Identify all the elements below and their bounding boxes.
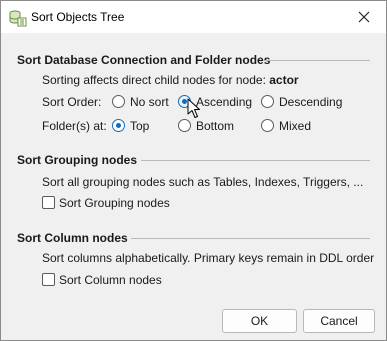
section-grouping-title: Sort Grouping nodes [17, 153, 137, 167]
sort-node-info-prefix: Sorting affects direct child nodes for n… [42, 73, 270, 87]
radio-top-label[interactable]: Top [130, 119, 149, 133]
close-button[interactable] [342, 1, 386, 33]
ok-button[interactable]: OK [222, 309, 297, 333]
folders-at-label: Folder(s) at: [42, 119, 107, 133]
radio-descending-label[interactable]: Descending [279, 95, 342, 109]
window-title: Sort Objects Tree [31, 10, 125, 24]
column-info: Sort columns alphabetically. Primary key… [42, 251, 375, 265]
close-icon [358, 11, 370, 23]
title-bar: Sort Objects Tree [1, 1, 386, 33]
section-divider [131, 238, 370, 239]
radio-mixed-label[interactable]: Mixed [279, 119, 311, 133]
radio-ascending-label[interactable]: Ascending [196, 95, 252, 109]
sort-tree-icon [9, 10, 27, 27]
radio-no-sort-label[interactable]: No sort [130, 95, 169, 109]
sort-node-name: actor [269, 73, 299, 87]
section-divider [264, 60, 370, 61]
sort-column-label[interactable]: Sort Column nodes [59, 273, 162, 287]
sort-grouping-checkbox[interactable] [42, 196, 55, 209]
mouse-cursor-icon [187, 98, 200, 118]
radio-mixed[interactable] [261, 119, 274, 132]
radio-top[interactable] [112, 119, 125, 132]
cancel-button[interactable]: Cancel [303, 309, 375, 333]
section-divider [141, 160, 370, 161]
radio-bottom[interactable] [178, 119, 191, 132]
sort-objects-tree-dialog: Sort Objects Tree Sort Database Connecti… [0, 0, 387, 341]
radio-no-sort[interactable] [112, 95, 125, 108]
radio-bottom-label[interactable]: Bottom [196, 119, 234, 133]
radio-descending[interactable] [261, 95, 274, 108]
sort-column-checkbox[interactable] [42, 273, 55, 286]
section-column-title: Sort Column nodes [17, 231, 128, 245]
sort-order-label: Sort Order: [42, 95, 102, 109]
grouping-info: Sort all grouping nodes such as Tables, … [42, 175, 364, 189]
sort-grouping-label[interactable]: Sort Grouping nodes [59, 196, 170, 210]
sort-node-info: Sorting affects direct child nodes for n… [42, 73, 299, 87]
section-sort-connection-title: Sort Database Connection and Folder node… [17, 53, 271, 67]
